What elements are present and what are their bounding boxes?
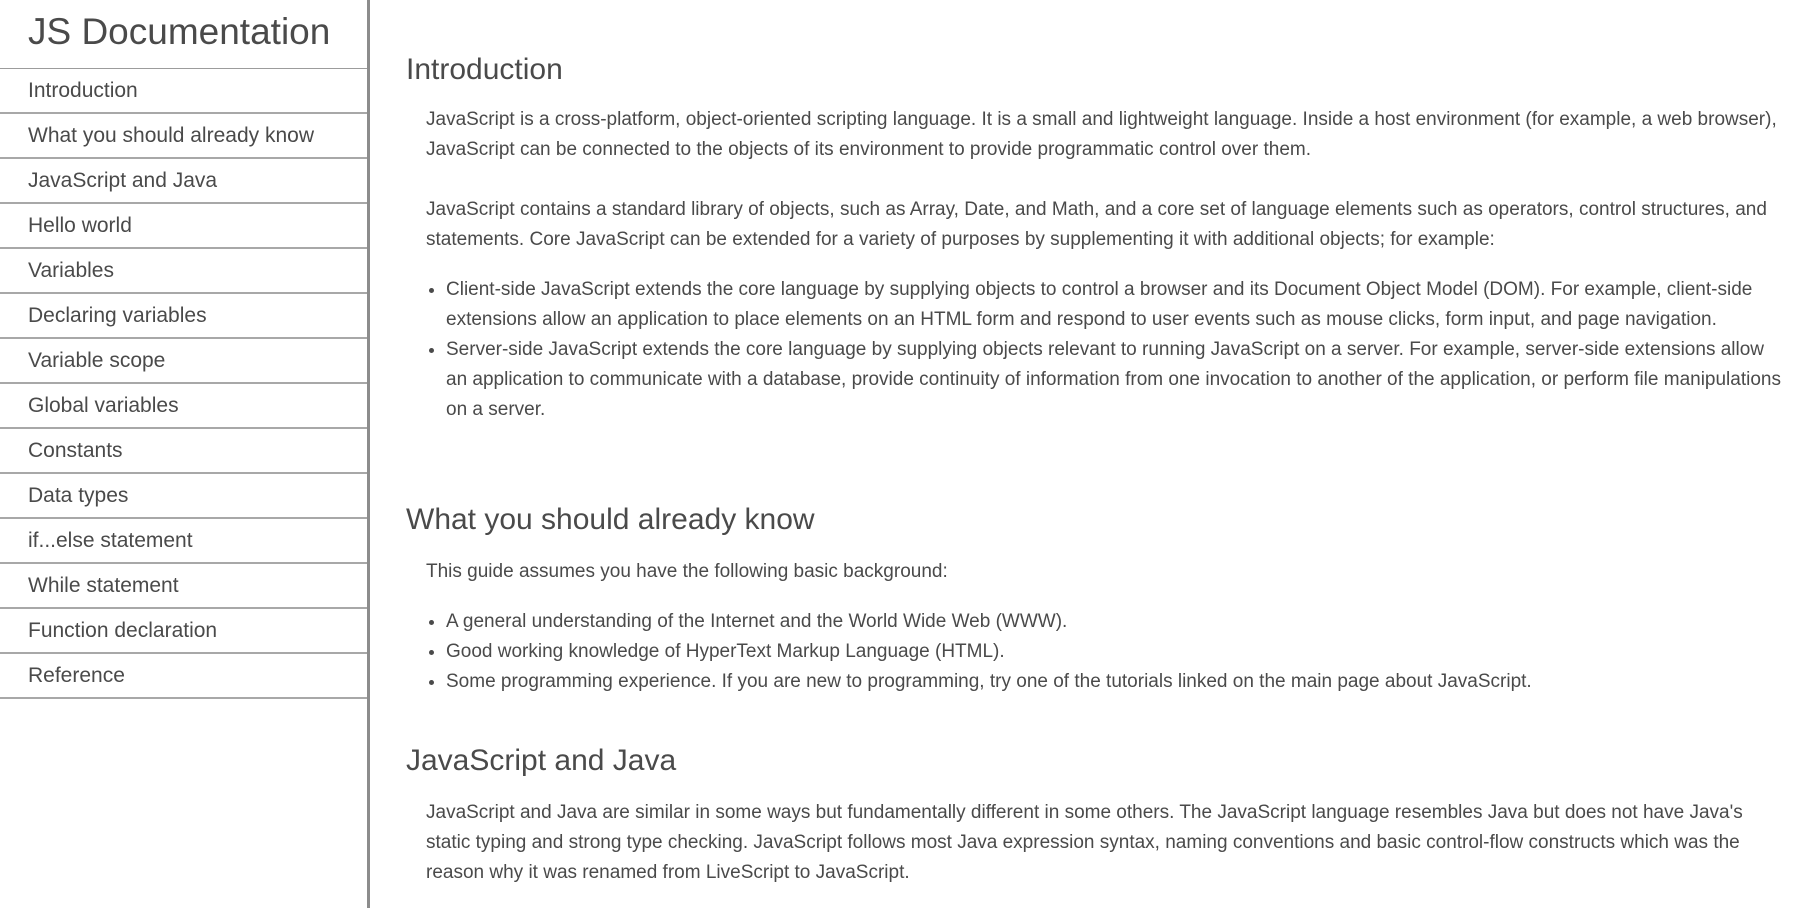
section-introduction: Introduction JavaScript is a cross-platf… bbox=[406, 52, 1786, 425]
nav-link-global-variables[interactable]: Global variables bbox=[0, 384, 367, 429]
nav-link-while-statement[interactable]: While statement bbox=[0, 564, 367, 609]
nav-link-data-types[interactable]: Data types bbox=[0, 474, 367, 519]
nav-link-variables[interactable]: Variables bbox=[0, 249, 367, 294]
section-paragraph: JavaScript is a cross-platform, object-o… bbox=[426, 109, 1777, 160]
section-heading: Introduction bbox=[406, 53, 563, 86]
section-heading: What you should already know bbox=[406, 503, 815, 536]
nav-link-declaring-variables[interactable]: Declaring variables bbox=[0, 294, 367, 339]
nav-link-what-you-should-already-know[interactable]: What you should already know bbox=[0, 114, 367, 159]
nav-link-introduction[interactable]: Introduction bbox=[0, 69, 367, 114]
section-paragraph: This guide assumes you have the followin… bbox=[426, 561, 948, 582]
section-paragraph: JavaScript and Java are similar in some … bbox=[426, 802, 1743, 883]
nav-title: JS Documentation bbox=[0, 0, 367, 69]
section-list: A general understanding of the Internet … bbox=[426, 607, 1786, 697]
section-heading: JavaScript and Java bbox=[406, 744, 677, 777]
list-item: Some programming experience. If you are … bbox=[446, 667, 1786, 697]
nav-list: Introduction What you should already kno… bbox=[0, 69, 367, 699]
nav-link-constants[interactable]: Constants bbox=[0, 429, 367, 474]
main-doc: Introduction JavaScript is a cross-platf… bbox=[406, 0, 1786, 908]
nav-link-reference[interactable]: Reference bbox=[0, 654, 367, 699]
navbar: JS Documentation Introduction What you s… bbox=[0, 0, 370, 908]
section-what-you-should-already-know: What you should already know This guide … bbox=[406, 502, 1786, 697]
section-list: Client-side JavaScript extends the core … bbox=[426, 275, 1786, 425]
nav-link-if-else-statement[interactable]: if...else statement bbox=[0, 519, 367, 564]
list-item: A general understanding of the Internet … bbox=[446, 607, 1786, 637]
nav-link-function-declaration[interactable]: Function declaration bbox=[0, 609, 367, 654]
nav-link-variable-scope[interactable]: Variable scope bbox=[0, 339, 367, 384]
list-item: Server-side JavaScript extends the core … bbox=[446, 335, 1786, 425]
list-item: Client-side JavaScript extends the core … bbox=[446, 275, 1786, 335]
section-javascript-and-java: JavaScript and Java JavaScript and Java … bbox=[406, 743, 1786, 888]
nav-link-hello-world[interactable]: Hello world bbox=[0, 204, 367, 249]
section-paragraph: JavaScript contains a standard library o… bbox=[426, 199, 1767, 250]
nav-link-javascript-and-java[interactable]: JavaScript and Java bbox=[0, 159, 367, 204]
list-item: Good working knowledge of HyperText Mark… bbox=[446, 637, 1786, 667]
